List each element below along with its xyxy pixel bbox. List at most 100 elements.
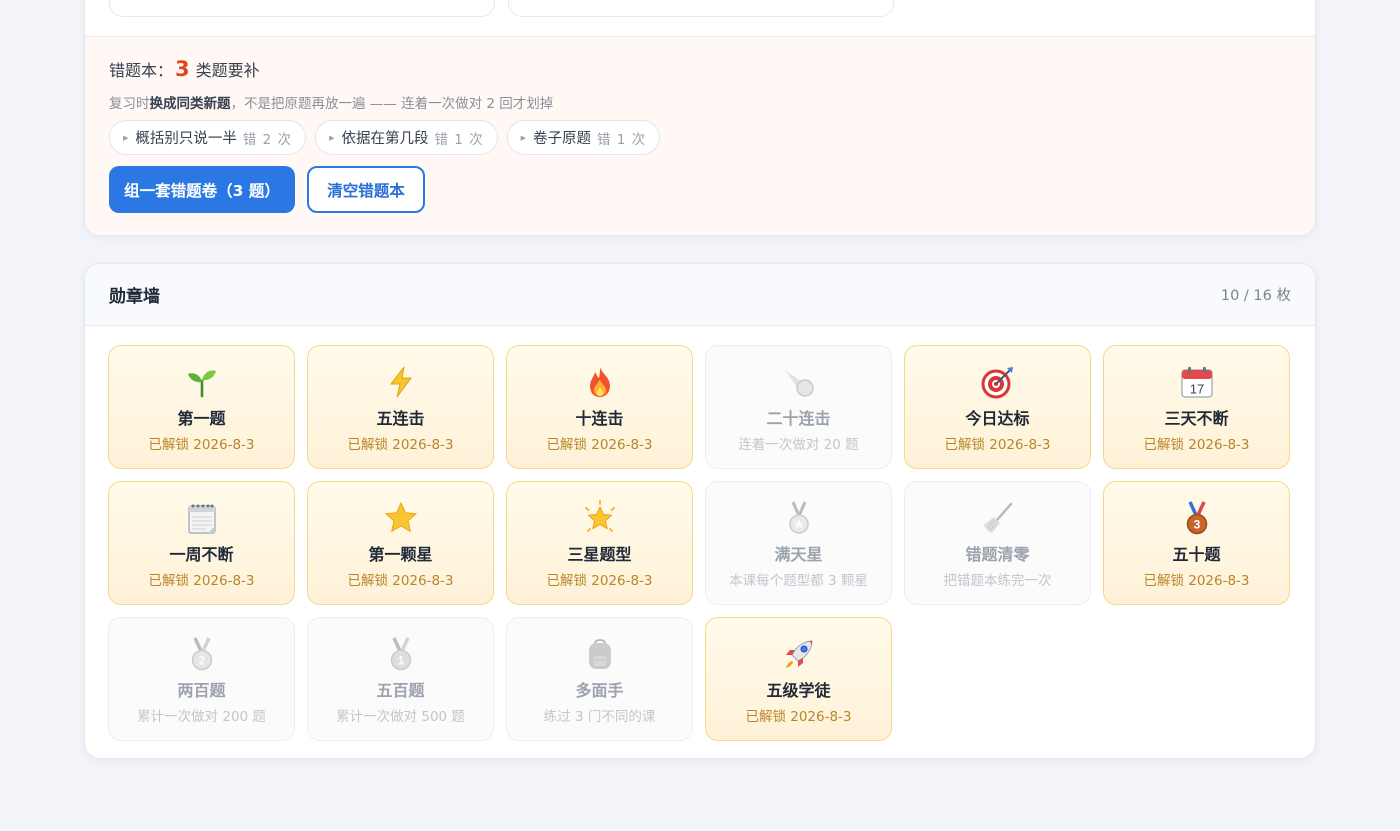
medal-icon: [779, 498, 819, 538]
previous-card: [508, 0, 894, 17]
build-mistake-quiz-button[interactable]: 组一套错题卷（3 题）: [109, 166, 295, 213]
mistake-chip[interactable]: ▶ 概括别只说一半 错 2 次: [109, 120, 307, 155]
desc-highlight: 换成同类新题: [149, 96, 231, 112]
badge-unlock-date: 已解锁 2026-8-3: [1143, 437, 1250, 453]
caret-right-icon: ▶: [123, 133, 129, 142]
star-icon: [381, 498, 421, 538]
badge-name: 多面手: [575, 681, 624, 700]
chip-count: 错 1 次: [434, 131, 484, 148]
badge-name: 一周不断: [169, 545, 234, 564]
badge-card[interactable]: 第一题已解锁 2026-8-3: [108, 345, 295, 469]
badge-name: 五连击: [376, 409, 425, 428]
badge-card[interactable]: 五级学徒已解锁 2026-8-3: [705, 617, 892, 741]
badge-requirement: 练过 3 门不同的课: [543, 709, 656, 725]
badge-wall-title: 勋章墙: [109, 287, 160, 307]
badge-card[interactable]: 一周不断已解锁 2026-8-3: [108, 481, 295, 605]
badge-unlock-date: 已解锁 2026-8-3: [745, 709, 852, 725]
calendar-icon: 17: [1177, 362, 1217, 402]
badge-wall-card: 勋章墙 10 / 16 枚 第一题 已解锁 2026-8-3 五连击 已解锁 2026…: [84, 263, 1316, 759]
mistake-title-suffix: 类题要补: [195, 61, 260, 80]
backpack-icon: [580, 634, 620, 674]
mistake-count: 3: [175, 57, 190, 81]
badge-card[interactable]: 满天星本课每个题型都 3 颗星: [705, 481, 892, 605]
badge-card[interactable]: 17 三天不断已解锁 2026-8-3: [1103, 345, 1290, 469]
svg-text:1: 1: [397, 654, 404, 668]
caret-right-icon: ▶: [520, 133, 527, 142]
svg-text:3: 3: [1193, 518, 1200, 532]
badge-card[interactable]: 多面手练过 3 门不同的课: [506, 617, 693, 741]
badge-name: 五百题: [376, 681, 425, 700]
badge-requirement: 本课每个题型都 3 颗星: [729, 573, 868, 589]
badge-card[interactable]: 第一颗星已解锁 2026-8-3: [307, 481, 494, 605]
badge-name: 错题清零: [965, 545, 1030, 564]
chip-label: 概括别只说一半: [135, 131, 237, 147]
badge-unlock-date: 已解锁 2026-8-3: [944, 437, 1051, 453]
mistake-chips: ▶ 概括别只说一半 错 2 次 ▶ 依据在第几段 错 1 次 ▶ 卷子原题 错 …: [109, 120, 1291, 155]
badge-name: 两百题: [177, 681, 226, 700]
badge-name: 五十题: [1172, 545, 1221, 564]
badge-unlock-date: 已解锁 2026-8-3: [546, 573, 653, 589]
badge-requirement: 把错题本练完一次: [943, 573, 1052, 589]
rocket-icon: [779, 634, 819, 674]
badge-name: 第一颗星: [368, 545, 433, 564]
broom-icon: [978, 498, 1018, 538]
badge-grid: 第一题 已解锁 2026-8-3 五连击 已解锁 2026-8-3 十连击 已解锁 202…: [85, 326, 1315, 741]
badge-unlock-date: 已解锁 2026-8-3: [546, 437, 653, 453]
badge-requirement: 累计一次做对 500 题: [336, 709, 465, 725]
mistakes-card: 错题本： 3 类题要补 复习时换成同类新题，不是把原题再放一遍 —— 连着一次做…: [84, 0, 1316, 236]
chip-count: 错 1 次: [597, 131, 647, 148]
badge-name: 第一题: [177, 409, 226, 428]
mistake-chip[interactable]: ▶ 依据在第几段 错 1 次: [315, 120, 498, 155]
badge-name: 十连击: [575, 409, 624, 428]
badge-name: 五级学徒: [766, 681, 831, 700]
seedling-icon: [182, 362, 222, 402]
badge-card[interactable]: 2 两百题累计一次做对 200 题: [108, 617, 295, 741]
badge-card[interactable]: 1 五百题累计一次做对 500 题: [307, 617, 494, 741]
glowing-star-icon: [580, 498, 620, 538]
badge-card[interactable]: 3 五十题已解锁 2026-8-3: [1103, 481, 1290, 605]
caret-right-icon: ▶: [329, 133, 335, 142]
chip-count: 错 2 次: [242, 131, 293, 148]
badge-name: 三天不断: [1164, 409, 1229, 428]
badge-unlock-date: 已解锁 2026-8-3: [148, 437, 255, 453]
svg-text:17: 17: [1189, 382, 1203, 397]
badge-requirement: 累计一次做对 200 题: [137, 709, 266, 725]
lightning-icon: [381, 362, 421, 402]
badge-count: 10 / 16 枚: [1220, 288, 1291, 304]
desc-pre: 复习时: [109, 96, 150, 112]
badge-card[interactable]: 二十连击连着一次做对 20 题: [705, 345, 892, 469]
chip-label: 卷子原题: [533, 131, 592, 147]
badge-card[interactable]: 三星题型已解锁 2026-8-3: [506, 481, 693, 605]
comet-icon: [779, 362, 819, 402]
badge-unlock-date: 已解锁 2026-8-3: [347, 573, 454, 589]
badge-wall-header: 勋章墙 10 / 16 枚: [85, 264, 1315, 326]
previous-section: [85, 0, 1315, 37]
mistake-book-title: 错题本： 3 类题要补: [109, 57, 1291, 91]
badge-unlock-date: 已解锁 2026-8-3: [1143, 573, 1250, 589]
badge-unlock-date: 已解锁 2026-8-3: [347, 437, 454, 453]
clear-mistake-book-button[interactable]: 清空错题本: [307, 166, 425, 213]
mistake-chip[interactable]: ▶ 卷子原题 错 1 次: [506, 120, 661, 155]
badge-card[interactable]: 错题清零把错题本练完一次: [904, 481, 1091, 605]
fire-icon: [580, 362, 620, 402]
mistake-book-panel: 错题本： 3 类题要补 复习时换成同类新题，不是把原题再放一遍 —— 连着一次做…: [85, 37, 1315, 235]
mistake-actions: 组一套错题卷（3 题） 清空错题本: [109, 166, 1291, 213]
gold-medal-icon: 1: [381, 634, 421, 674]
bronze-medal-icon: 3: [1177, 498, 1217, 538]
target-icon: [978, 362, 1018, 402]
badge-name: 满天星: [774, 545, 823, 564]
previous-card: [109, 0, 495, 17]
badge-card[interactable]: 五连击已解锁 2026-8-3: [307, 345, 494, 469]
badge-name: 二十连击: [766, 409, 831, 428]
badge-name: 今日达标: [965, 409, 1030, 428]
mistake-title-prefix: 错题本：: [109, 61, 174, 80]
spiral-calendar-icon: [182, 498, 222, 538]
badge-requirement: 连着一次做对 20 题: [738, 437, 859, 453]
svg-text:2: 2: [198, 654, 205, 668]
badge-card[interactable]: 今日达标已解锁 2026-8-3: [904, 345, 1091, 469]
badge-unlock-date: 已解锁 2026-8-3: [148, 573, 255, 589]
badge-card[interactable]: 十连击已解锁 2026-8-3: [506, 345, 693, 469]
desc-post: ，不是把原题再放一遍 —— 连着一次做对 2 回才划掉: [230, 96, 554, 112]
mistake-book-description: 复习时换成同类新题，不是把原题再放一遍 —— 连着一次做对 2 回才划掉: [109, 92, 1291, 116]
badge-name: 三星题型: [567, 545, 632, 564]
